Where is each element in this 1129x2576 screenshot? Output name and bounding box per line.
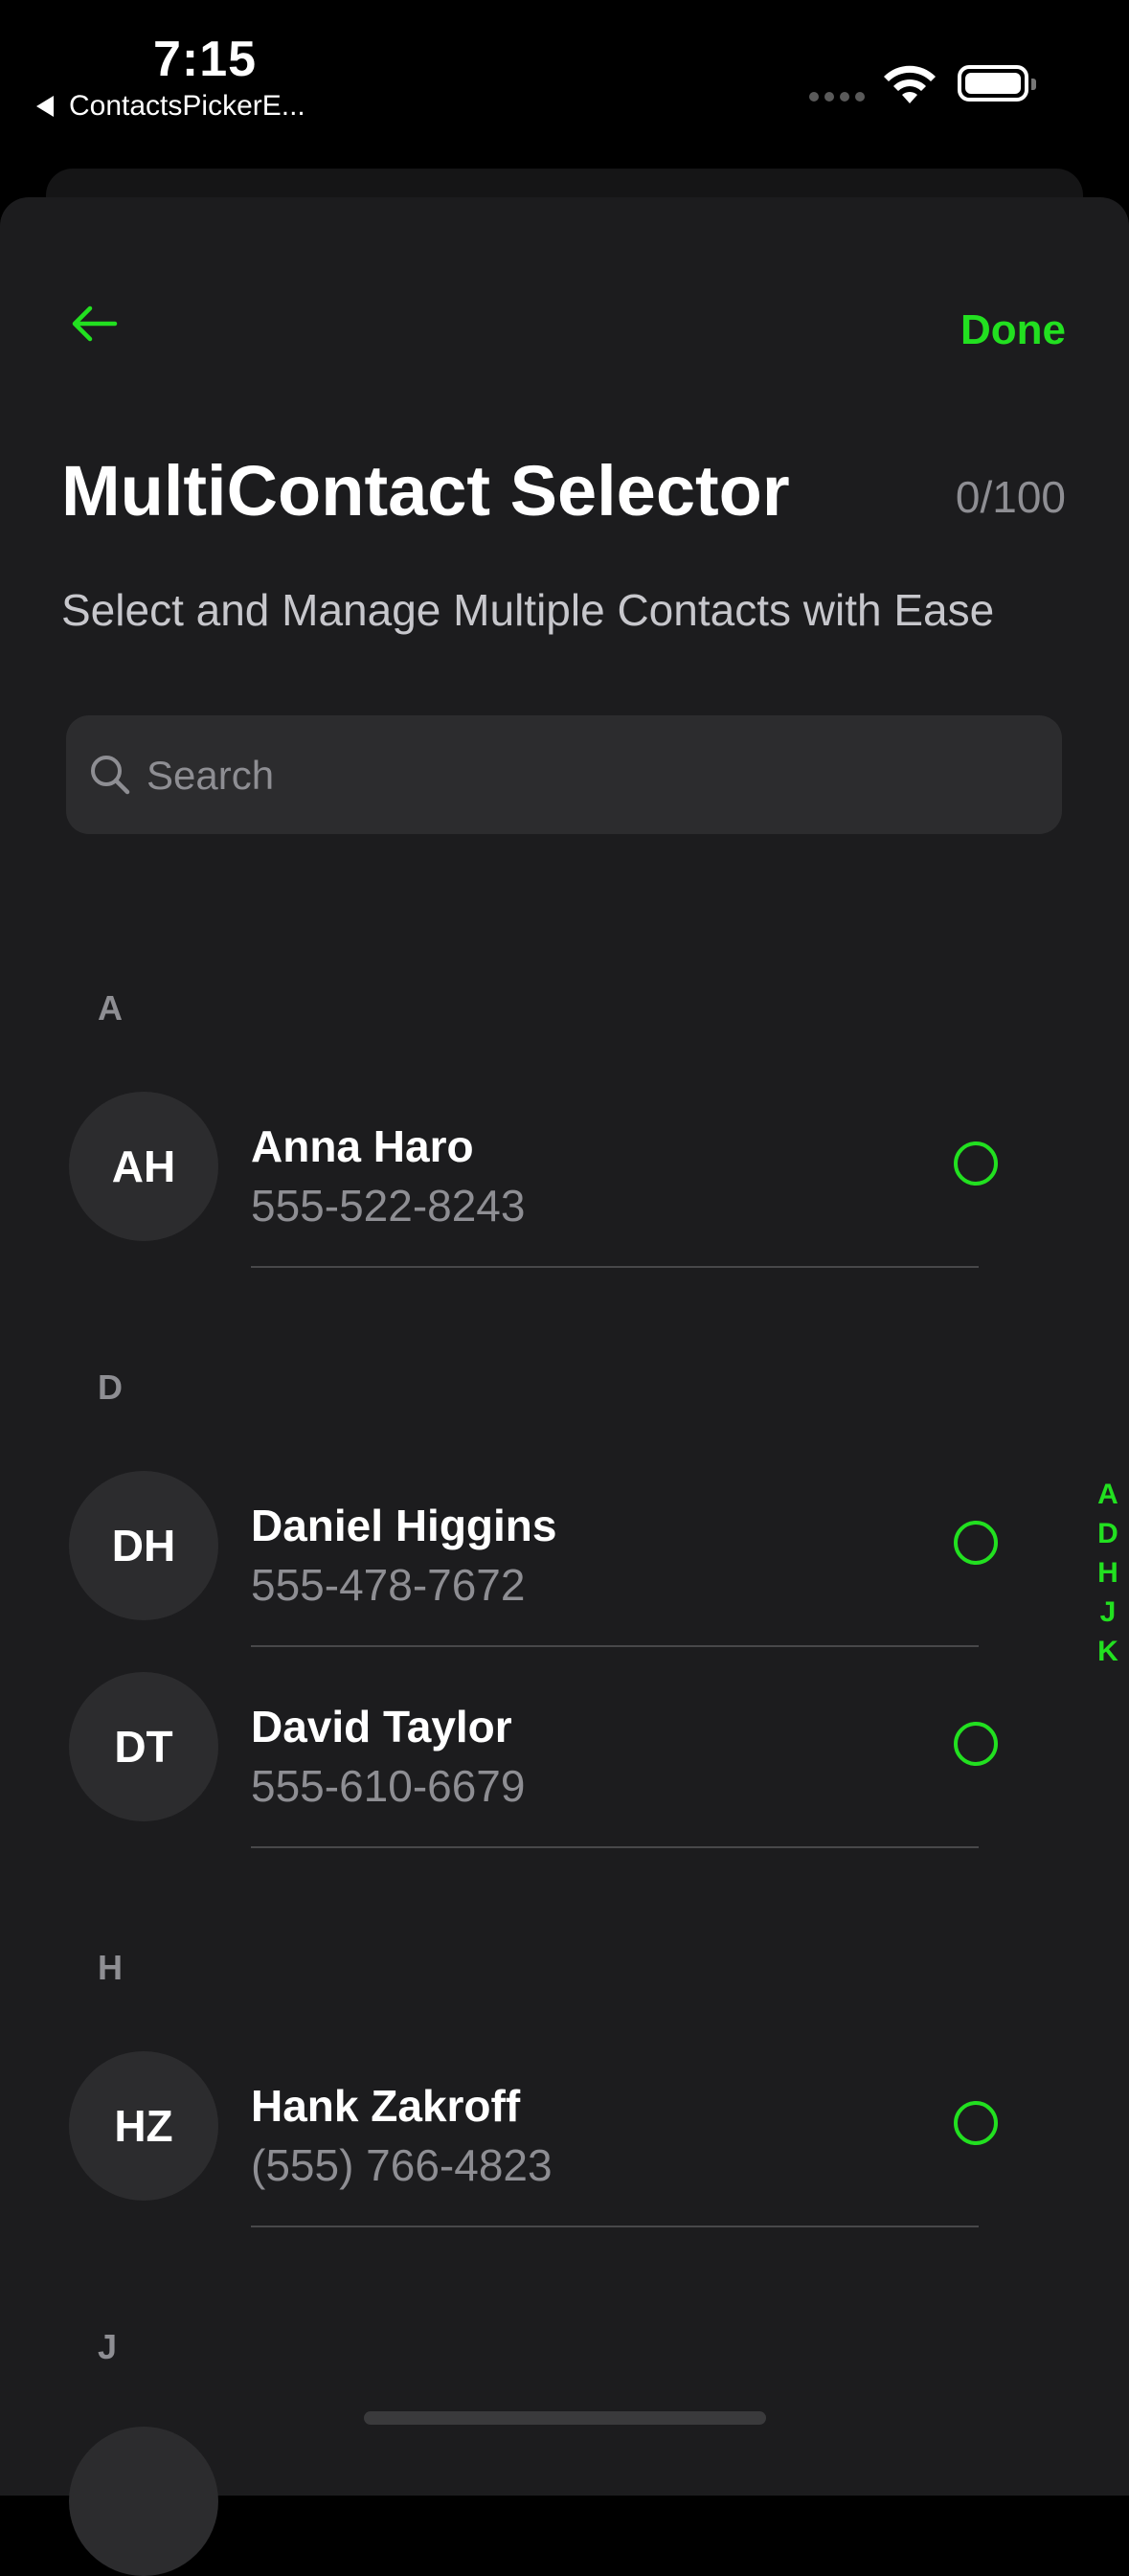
avatar	[69, 2427, 218, 2576]
avatar: DH	[69, 1471, 218, 1620]
index-letter[interactable]: J	[1100, 1593, 1117, 1632]
back-arrow-icon[interactable]	[67, 297, 121, 350]
contact-name: Anna Haro	[251, 1121, 474, 1171]
battery-icon	[958, 65, 1036, 102]
alphabet-index[interactable]: A D H J K	[1092, 1475, 1124, 1671]
avatar: AH	[69, 1092, 218, 1241]
contact-phone: 555-522-8243	[251, 1181, 526, 1231]
row-divider	[251, 1846, 979, 1848]
contact-name: Daniel Higgins	[251, 1501, 557, 1550]
contact-phone: (555) 766-4823	[251, 2140, 553, 2190]
search-icon	[91, 756, 130, 795]
select-radio-button[interactable]	[954, 1722, 998, 1766]
section-header-d: D	[98, 1367, 123, 1407]
row-divider	[251, 1645, 979, 1647]
search-input[interactable]	[145, 742, 1010, 809]
select-radio-button[interactable]	[954, 2101, 998, 2145]
section-header-h: H	[98, 1948, 123, 1987]
page-subtitle: Select and Manage Multiple Contacts with…	[61, 585, 995, 635]
index-letter[interactable]: K	[1097, 1632, 1118, 1671]
back-to-app-link[interactable]: ContactsPickerE...	[36, 90, 305, 123]
cellular-signal-icon	[809, 92, 865, 102]
select-radio-button[interactable]	[954, 1141, 998, 1186]
contact-row[interactable]: AH Anna Haro 555-522-8243	[0, 1092, 1129, 1293]
back-triangle-icon	[36, 96, 54, 117]
home-indicator[interactable]	[364, 2411, 766, 2425]
selection-counter: 0/100	[955, 472, 1066, 522]
status-time: 7:15	[153, 32, 258, 87]
section-header-j: J	[98, 2327, 118, 2366]
search-bar[interactable]	[66, 715, 1062, 834]
page-title: MultiContact Selector	[61, 451, 790, 531]
index-letter[interactable]: A	[1097, 1475, 1118, 1514]
avatar: HZ	[69, 2051, 218, 2201]
status-bar: 7:15 ContactsPickerE...	[0, 0, 1129, 163]
row-divider	[251, 2226, 979, 2227]
contact-phone: 555-478-7672	[251, 1560, 526, 1610]
section-header-a: A	[98, 988, 123, 1028]
contact-name: Hank Zakroff	[251, 2081, 521, 2131]
select-radio-button[interactable]	[954, 1521, 998, 1565]
index-letter[interactable]: H	[1097, 1553, 1118, 1593]
contact-name: David Taylor	[251, 1702, 512, 1751]
index-letter[interactable]: D	[1097, 1514, 1118, 1553]
contact-row[interactable]: DT David Taylor 555-610-6679	[0, 1672, 1129, 1873]
contact-row[interactable]: DH Daniel Higgins 555-478-7672	[0, 1471, 1129, 1672]
wifi-icon	[884, 65, 936, 103]
done-button[interactable]: Done	[960, 306, 1066, 354]
contact-row[interactable]: HZ Hank Zakroff (555) 766-4823	[0, 2051, 1129, 2252]
row-divider	[251, 1266, 979, 1268]
contact-phone: 555-610-6679	[251, 1761, 526, 1811]
avatar: DT	[69, 1672, 218, 1821]
back-app-label: ContactsPickerE...	[69, 90, 305, 122]
